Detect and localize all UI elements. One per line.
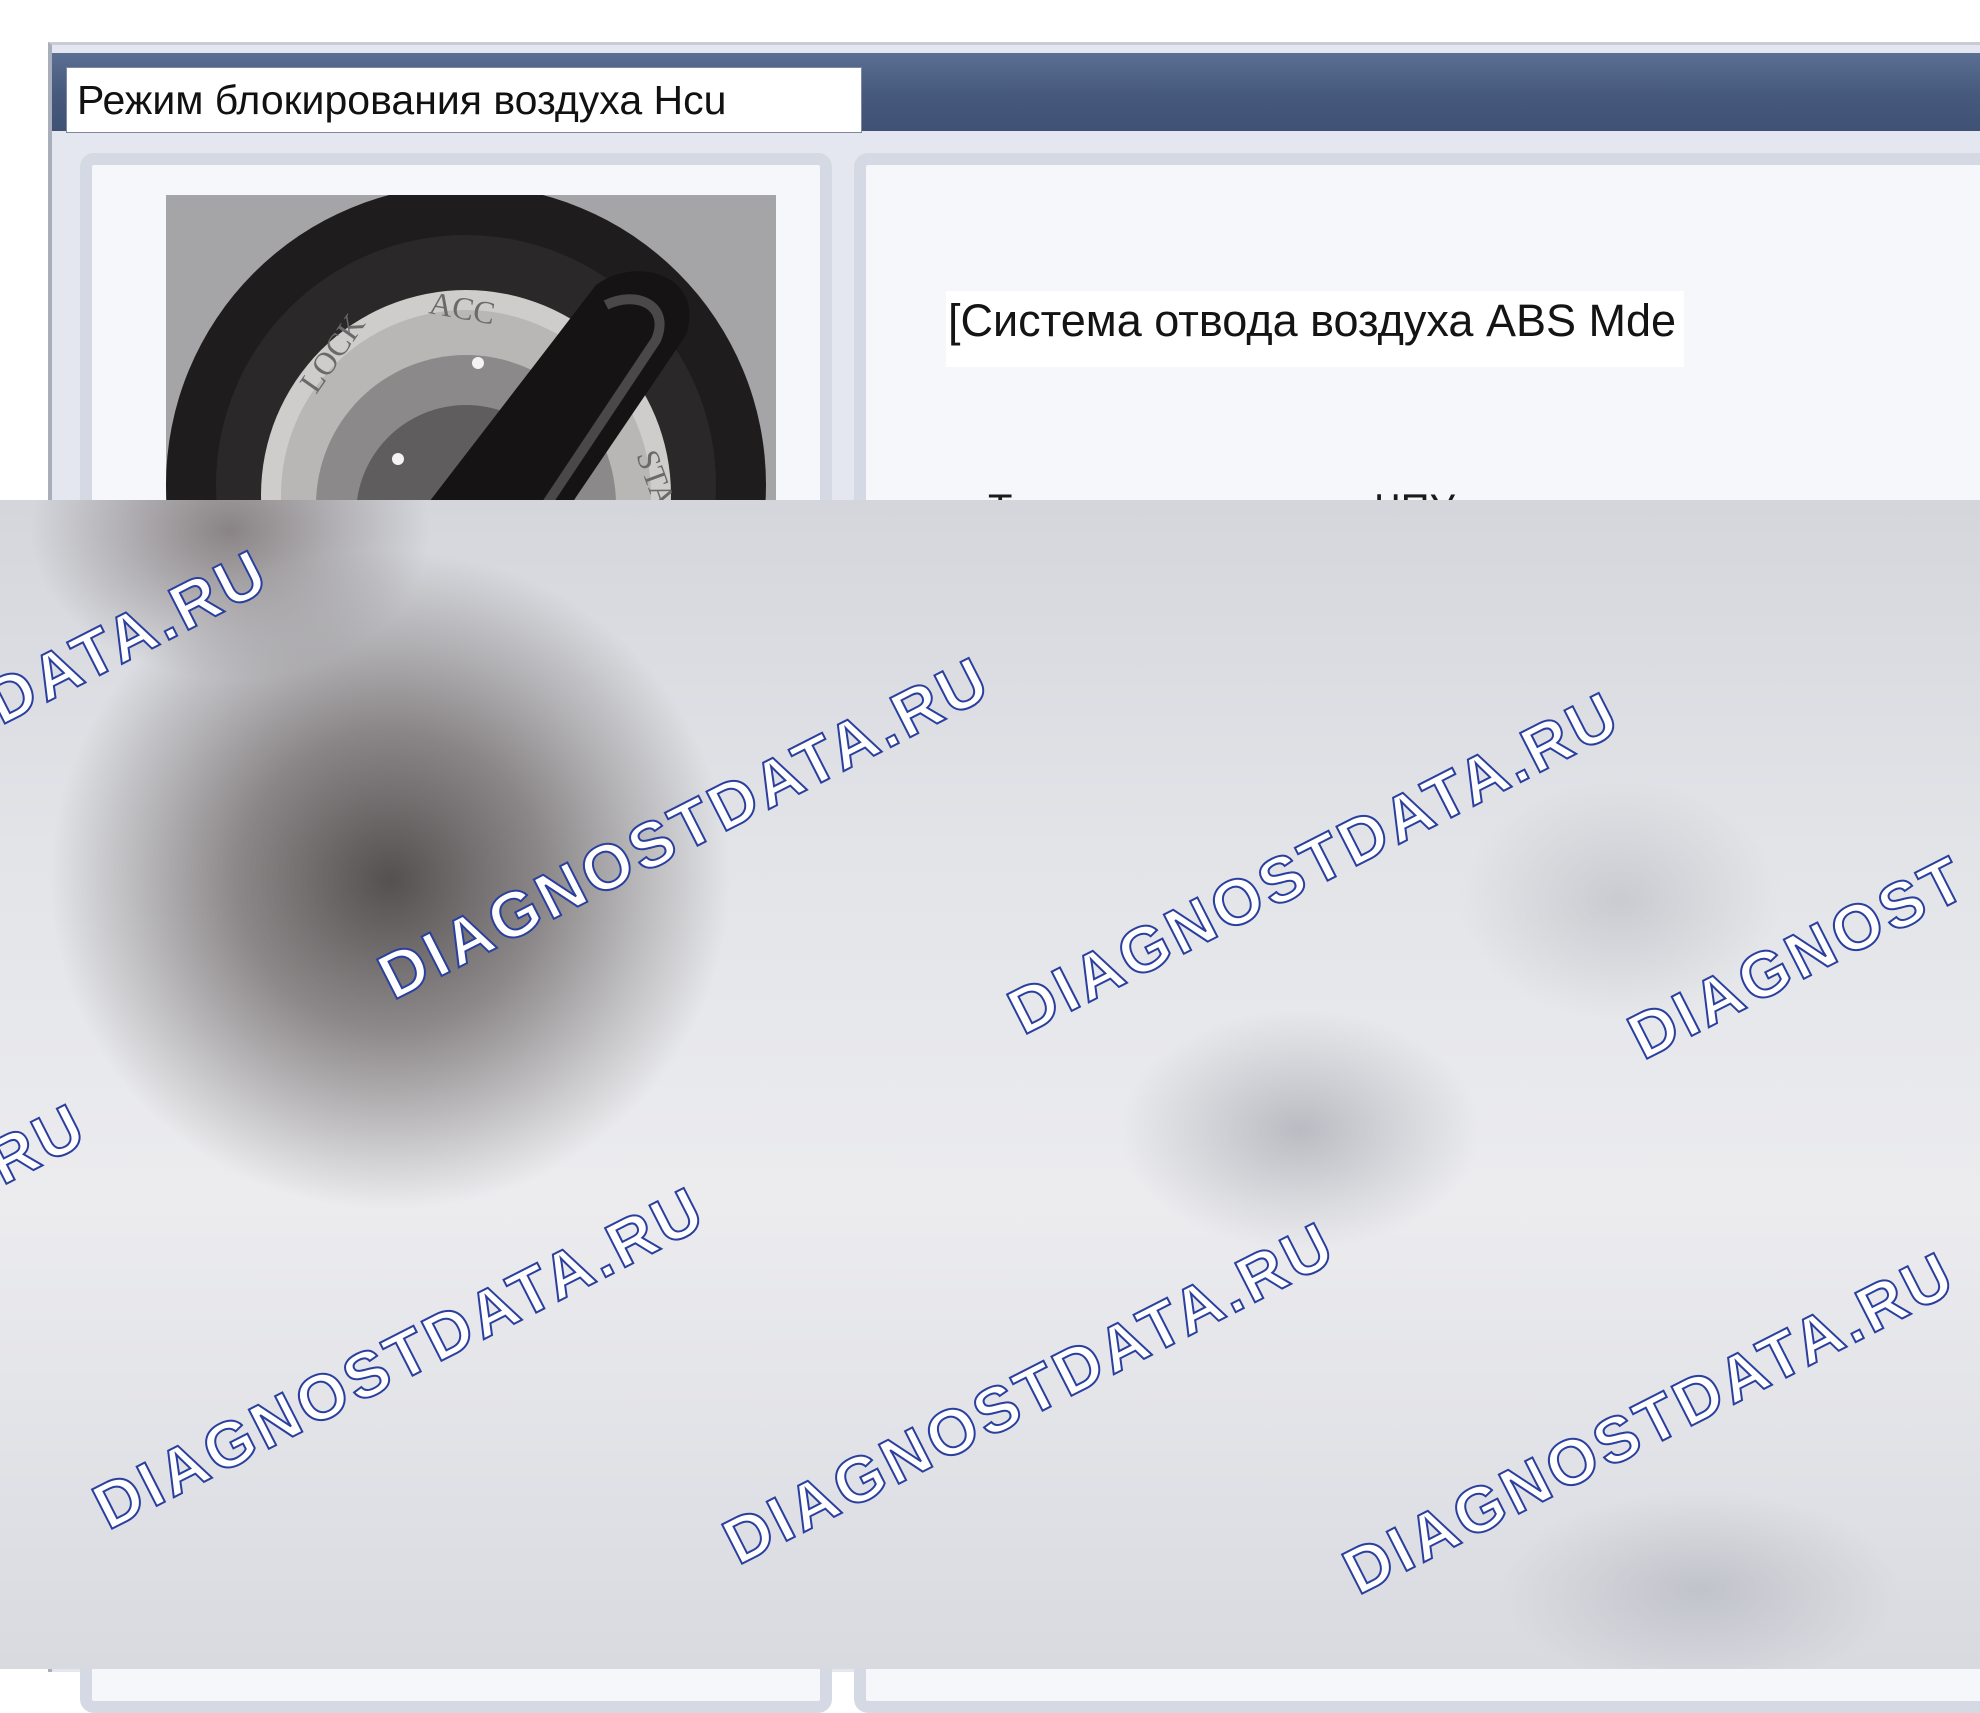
content-heading: [Система отвода воздуха ABS Mde — [946, 291, 1685, 367]
title-bar: Режим блокирования воздуха Hcu — [52, 53, 1980, 133]
window-title: Режим блокирования воздуха Hcu — [77, 76, 727, 123]
window-title-tab[interactable]: Режим блокирования воздуха Hcu — [66, 67, 862, 133]
blurred-region — [0, 500, 1980, 1669]
